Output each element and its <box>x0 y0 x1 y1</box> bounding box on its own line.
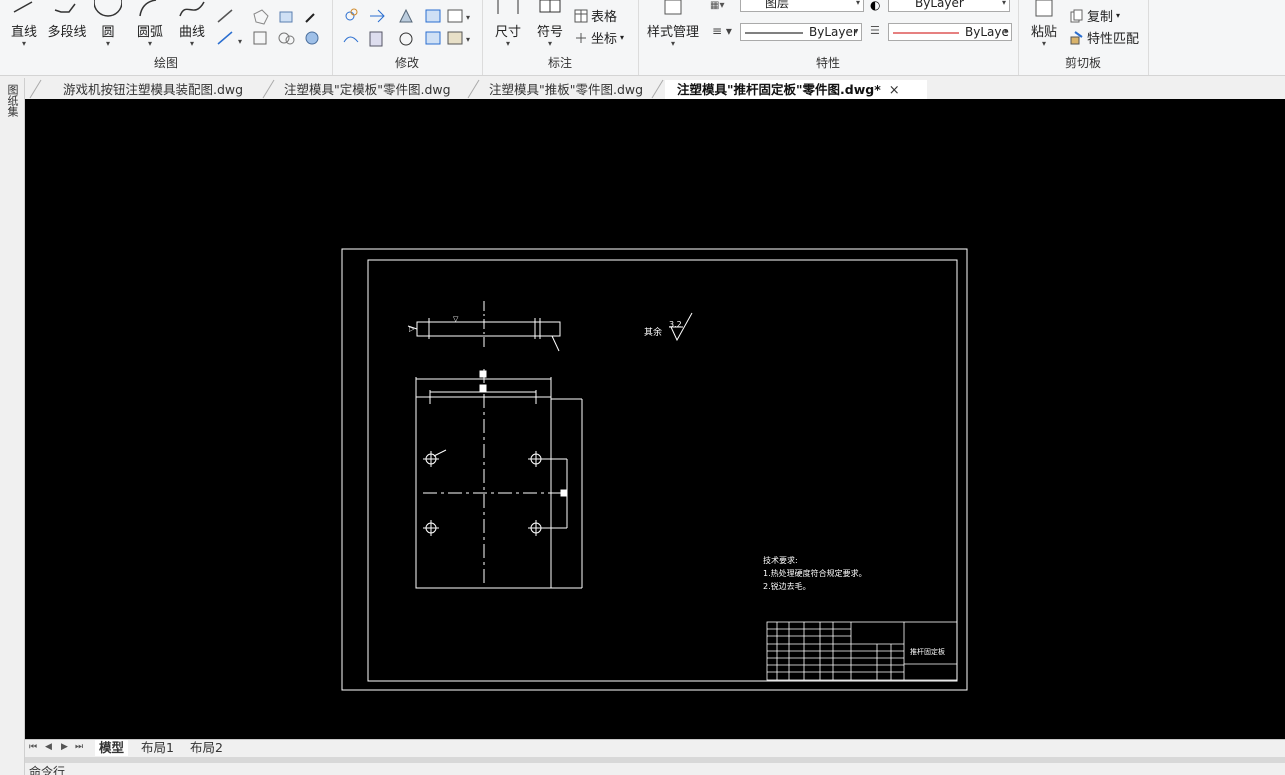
svg-text:▾: ▾ <box>466 13 470 22</box>
ribbon: 直线 ▾ 多段线 圆 ▾ 圆弧 ▾ 曲线 ▾ ▾ 绘图 ▾ ▾ 修改 尺寸 ▾ … <box>0 0 1285 76</box>
layer-properties-icon[interactable]: ▦▾ <box>710 0 724 11</box>
part-name: 推杆固定板 <box>910 647 945 656</box>
sheet-set-label: 图纸集 <box>6 84 19 117</box>
tab-fixed-plate-drawing[interactable]: 注塑模具"定模板"零件图.dwg <box>284 80 451 99</box>
polyline-button[interactable]: 多段线 <box>46 0 88 40</box>
draw-tools-icons[interactable]: ▾ <box>214 4 326 50</box>
circle-button[interactable]: 圆 ▾ <box>93 0 123 48</box>
sheet-outer-border <box>341 248 968 691</box>
prev-layout-icon[interactable]: ◀ <box>45 742 52 752</box>
chevron-down-icon: ▾ <box>21 39 26 48</box>
tech-requirements-title: 技术要求: <box>763 555 798 565</box>
tab-layout1[interactable]: 布局1 <box>141 740 174 756</box>
next-layout-icon[interactable]: ▶ <box>61 742 68 752</box>
svg-text:▽: ▽ <box>453 315 459 323</box>
hole-bottom-left <box>423 520 439 536</box>
circle-icon <box>93 0 123 20</box>
tab-ejector-retainer-plate-drawing[interactable]: 注塑模具"推杆固定板"零件图.dwg* × <box>665 80 927 99</box>
dimension-button[interactable]: 尺寸 ▾ <box>492 0 524 48</box>
line-button[interactable]: 直线 ▾ <box>8 0 40 48</box>
spline-icon <box>178 0 206 20</box>
linetype-icon[interactable]: ≡ ▾ <box>712 24 732 38</box>
copy-icon <box>1070 9 1084 23</box>
layout-tabs-bar: ⏮ ◀ ▶ ⏭ 模型 布局1 布局2 <box>25 739 1285 757</box>
tab-layout2[interactable]: 布局2 <box>190 740 223 756</box>
coordinate-button[interactable]: 坐标 ▾ <box>574 28 624 47</box>
document-tabs: 游戏机按钮注塑模具装配图.dwg 注塑模具"定模板"零件图.dwg 注塑模具"推… <box>25 78 1285 99</box>
roughness-label: 其余 <box>644 326 662 338</box>
svg-text:▷: ▷ <box>409 325 415 333</box>
chevron-down-icon: ▾ <box>505 39 510 48</box>
chevron-down-icon: ▾ <box>1001 0 1006 7</box>
match-properties-icon <box>1070 30 1084 45</box>
drawing-canvas[interactable]: ▷ ▽ 其余 3.2 技术要求: 1.热处理硬度符合规定要求。 2.锐边去毛。 … <box>25 99 1285 739</box>
side-view: ▷ ▽ <box>407 301 561 352</box>
color-wheel-icon[interactable]: ◐ <box>870 0 880 12</box>
color-combo[interactable]: ByLayer ▾ <box>888 0 1010 12</box>
properties-panel: 样式管理 ▾ ▦▾ 图层 ▾ ◐ ByLayer ▾ ≡ ▾ ByLayer ▾… <box>638 0 1019 75</box>
polyline-icon <box>53 0 81 20</box>
style-manager-icon <box>659 0 687 20</box>
chevron-down-icon: ▾ <box>189 39 194 48</box>
last-layout-icon[interactable]: ⏭ <box>75 742 83 752</box>
tech-requirement-1: 1.热处理硬度符合规定要求。 <box>763 568 867 578</box>
arc-button[interactable]: 圆弧 ▾ <box>134 0 166 48</box>
spline-button[interactable]: 曲线 ▾ <box>176 0 208 48</box>
roughness-value: 3.2 <box>669 320 682 329</box>
tech-requirement-2: 2.锐边去毛。 <box>763 581 811 591</box>
clipboard-panel: 粘贴 ▾ 复制 ▾ 特性匹配 剪切板 <box>1018 0 1149 75</box>
chevron-down-icon: ▾ <box>147 39 152 48</box>
table-button[interactable]: 表格 <box>574 6 617 25</box>
annotate-panel: 尺寸 ▾ 符号 ▾ 表格 坐标 ▾ 标注 <box>482 0 639 75</box>
chevron-down-icon: ▾ <box>670 39 675 48</box>
chevron-down-icon: ▾ <box>855 0 860 7</box>
plan-view <box>415 369 583 589</box>
dimension-icon <box>494 0 522 20</box>
sheet-inner-frame <box>367 259 958 682</box>
paste-icon <box>1030 0 1058 20</box>
svg-text:▾: ▾ <box>238 37 242 46</box>
tab-push-plate-drawing[interactable]: 注塑模具"推板"零件图.dwg <box>489 80 643 99</box>
paste-button[interactable]: 粘贴 ▾ <box>1028 0 1060 48</box>
chevron-down-icon: ▾ <box>1003 27 1008 36</box>
tab-model[interactable]: 模型 <box>95 740 129 756</box>
arc-icon <box>136 0 164 20</box>
chevron-down-icon: ▾ <box>1116 11 1121 20</box>
first-layout-icon[interactable]: ⏮ <box>29 742 37 752</box>
chevron-down-icon: ▾ <box>620 33 625 42</box>
svg-text:▾: ▾ <box>466 35 470 44</box>
modify-panel: ▾ ▾ 修改 <box>332 0 483 75</box>
tab-assembly-drawing[interactable]: 游戏机按钮注塑模具装配图.dwg <box>63 80 243 99</box>
close-icon[interactable]: × <box>889 83 900 98</box>
symbol-icon <box>536 0 564 20</box>
coordinate-icon <box>574 31 588 45</box>
hole-top-left <box>423 449 447 467</box>
chevron-down-icon: ▾ <box>1041 39 1046 48</box>
match-properties-button[interactable]: 特性匹配 <box>1070 28 1139 47</box>
symbol-button[interactable]: 符号 ▾ <box>534 0 566 48</box>
copy-button[interactable]: 复制 ▾ <box>1070 6 1120 25</box>
line-icon <box>10 0 38 20</box>
hole-bottom-right <box>528 520 544 536</box>
lineweight-combo[interactable]: ByLaye ▾ <box>888 23 1012 41</box>
chevron-down-icon: ▾ <box>853 27 858 36</box>
draw-panel: 直线 ▾ 多段线 圆 ▾ 圆弧 ▾ 曲线 ▾ ▾ 绘图 <box>0 0 333 75</box>
table-icon <box>574 9 588 23</box>
hole-top-right <box>528 451 544 467</box>
linetype-combo[interactable]: ByLayer ▾ <box>740 23 862 41</box>
chevron-down-icon: ▾ <box>105 39 110 48</box>
cad-drawing[interactable]: ▷ ▽ 其余 3.2 技术要求: 1.热处理硬度符合规定要求。 2.锐边去毛。 … <box>25 99 1285 739</box>
command-line[interactable]: 命令行 <box>25 763 1285 775</box>
modify-tools-icons[interactable]: ▾ ▾ <box>340 4 476 50</box>
lineweight-icon[interactable]: ☰ <box>870 24 880 37</box>
sheet-set-strip[interactable]: 图纸集 <box>0 78 25 775</box>
layer-combo[interactable]: 图层 ▾ <box>740 0 864 12</box>
chevron-down-icon: ▾ <box>547 39 552 48</box>
style-manager-button[interactable]: 样式管理 ▾ <box>644 0 702 48</box>
